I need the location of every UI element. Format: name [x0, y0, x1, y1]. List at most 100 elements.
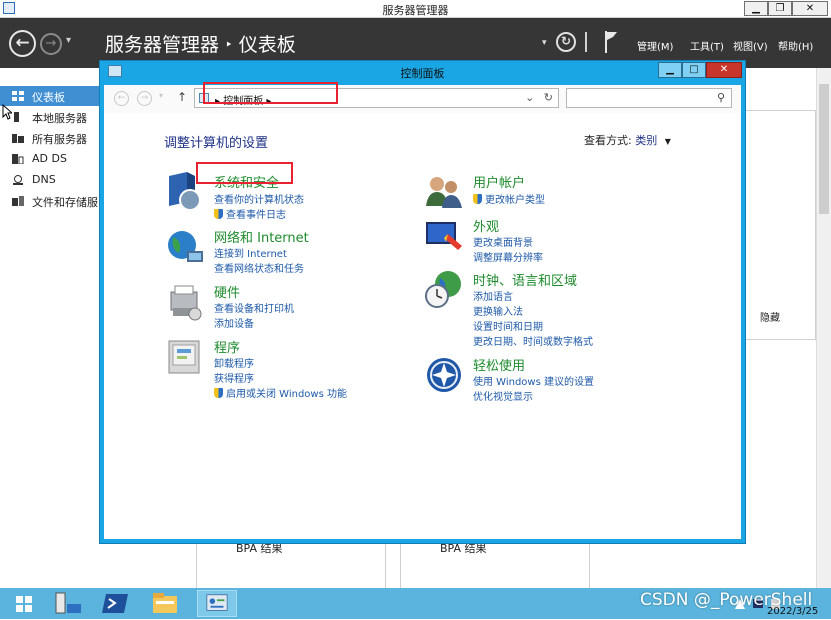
powershell-icon[interactable] [96, 590, 136, 617]
cp-search-input[interactable]: ⚲ [566, 88, 732, 108]
control-panel-title: 控制面板 [400, 67, 445, 80]
cp-recent-dropdown-icon[interactable]: ▾ [159, 91, 163, 100]
cp-toolbar: ← → ▾ ↑ ▸ 控制面板 ▸ ⌄ ↻ ⚲ [104, 85, 741, 113]
cp-minimize-button[interactable]: ▁ [658, 62, 682, 78]
category-link[interactable]: 使用 Windows 建议的设置 [473, 373, 594, 388]
taskbar-powershell[interactable] [96, 590, 136, 617]
dns-icon [13, 175, 23, 185]
category-title[interactable]: 网络和 Internet [214, 227, 309, 246]
menu-view[interactable]: 视图(V) [733, 38, 768, 53]
control-panel-icon[interactable] [198, 591, 236, 616]
category-link-text[interactable]: 查看事件日志 [226, 210, 286, 221]
sidebar-item-ad-ds[interactable]: AD DS [0, 149, 100, 169]
category-link[interactable]: 获得程序 [214, 370, 254, 385]
category-link-text[interactable]: 启用或关闭 Windows 功能 [226, 389, 347, 400]
close-button[interactable]: ✕ [792, 1, 828, 16]
category-title[interactable]: 用户帐户 [473, 172, 525, 191]
hardware-icon [170, 285, 202, 321]
category-link-text[interactable]: 更改帐户类型 [485, 195, 545, 206]
servers-icon [12, 134, 24, 143]
category-title[interactable]: 外观 [473, 216, 499, 235]
taskbar-server-manager[interactable] [48, 590, 88, 617]
category-link[interactable]: 更改日期、时间或数字格式 [473, 333, 593, 348]
maximize-button[interactable]: ❐ [768, 1, 792, 16]
view-by: 查看方式: 类别 ▼ [584, 132, 671, 148]
category-link[interactable]: 添加语言 [473, 288, 513, 303]
category-link[interactable]: 查看网络状态和任务 [214, 260, 304, 275]
sidebar-item-dns[interactable]: DNS [0, 170, 100, 190]
cp-up-button[interactable]: ↑ [177, 90, 187, 104]
category-link[interactable]: 调整屏幕分辨率 [473, 249, 543, 264]
annotation-highlight-address [203, 82, 338, 104]
address-refresh-icon[interactable]: ↻ [544, 91, 553, 104]
category-link[interactable]: 查看事件日志 [214, 206, 286, 221]
sidebar-item-label: DNS [32, 173, 56, 186]
server-icon [14, 112, 19, 122]
server-manager-titlebar: 服务器管理器 ▁ ❐ ✕ [0, 0, 831, 18]
uac-shield-icon [214, 209, 223, 219]
category-link[interactable]: 优化视觉显示 [473, 388, 533, 403]
address-dropdown-icon[interactable]: ⌄ [525, 91, 534, 104]
server-manager-icon[interactable] [48, 590, 88, 617]
sidebar-item-dashboard[interactable]: 仪表板 [0, 86, 100, 106]
breadcrumb-separator: ‣ [225, 38, 233, 53]
menu-help[interactable]: 帮助(H) [778, 38, 813, 53]
sidebar-item-label: 文件和存储服 [32, 196, 98, 209]
sidebar-item-local-server[interactable]: 本地服务器 [0, 107, 100, 127]
hide-link[interactable]: 隐藏 [760, 309, 780, 324]
header-dropdown-icon[interactable]: ▾ [542, 38, 547, 48]
start-icon[interactable] [4, 590, 44, 617]
refresh-icon[interactable]: ↻ [556, 32, 576, 52]
taskbar-start[interactable] [4, 590, 44, 617]
forward-button[interactable]: → [40, 33, 62, 55]
user-accounts-icon [426, 177, 462, 208]
cp-forward-button[interactable]: → [137, 91, 152, 106]
header-divider [585, 32, 587, 52]
history-dropdown-icon[interactable]: ▾ [66, 35, 71, 46]
category-link[interactable]: 更换输入法 [473, 303, 523, 318]
chevron-down-icon[interactable]: ▼ [665, 137, 671, 146]
menu-tools[interactable]: 工具(T) [690, 38, 724, 53]
cp-back-button[interactable]: ← [114, 91, 129, 106]
clock-language-region-icon [425, 271, 461, 308]
mouse-cursor-icon [2, 104, 12, 120]
breadcrumb: 服务器管理器 ‣ 仪表板 [105, 30, 296, 57]
taskbar-date[interactable]: 2022/3/25 [767, 606, 818, 617]
category-link[interactable]: 启用或关闭 Windows 功能 [214, 385, 347, 400]
category-link[interactable]: 添加设备 [214, 315, 254, 330]
network-internet-icon [168, 231, 203, 262]
scrollbar-thumb[interactable] [819, 84, 829, 214]
view-by-dropdown[interactable]: 类别 [635, 134, 657, 147]
back-button[interactable]: ← [9, 30, 36, 57]
category-link[interactable]: 更改桌面背景 [473, 234, 533, 249]
category-link[interactable]: 设置时间和日期 [473, 318, 543, 333]
category-link[interactable]: 卸载程序 [214, 355, 254, 370]
dashboard-tile [744, 110, 816, 340]
notifications-flag-icon[interactable] [604, 31, 618, 53]
category-link[interactable]: 查看设备和打印机 [214, 300, 294, 315]
cp-close-button[interactable]: ✕ [706, 62, 742, 78]
breadcrumb-root: 服务器管理器 [105, 34, 220, 56]
category-link[interactable]: 连接到 Internet [214, 245, 287, 260]
cp-maximize-button[interactable]: □ [682, 62, 706, 78]
category-link[interactable]: 查看你的计算机状态 [214, 191, 304, 206]
appearance-icon [426, 222, 462, 250]
category-title[interactable]: 程序 [214, 337, 240, 356]
uac-shield-icon [214, 388, 223, 398]
dashboard-icon [12, 91, 24, 101]
file-explorer-icon[interactable] [145, 590, 185, 617]
taskbar-control-panel[interactable] [197, 590, 237, 617]
category-title[interactable]: 轻松使用 [473, 355, 525, 374]
taskbar-file-explorer[interactable] [145, 590, 185, 617]
category-title[interactable]: 时钟、语言和区域 [473, 270, 577, 289]
sidebar-item-file-storage[interactable]: 文件和存储服 [0, 191, 100, 211]
view-by-label: 查看方式: [584, 134, 632, 147]
vertical-scrollbar[interactable] [816, 68, 831, 588]
search-icon[interactable]: ⚲ [717, 91, 725, 104]
menu-manage[interactable]: 管理(M) [637, 38, 673, 53]
minimize-button[interactable]: ▁ [744, 1, 768, 16]
sidebar-item-all-servers[interactable]: 所有服务器 [0, 128, 100, 148]
category-title[interactable]: 硬件 [214, 282, 240, 301]
server-manager-window-title: 服务器管理器 [382, 4, 449, 17]
category-link[interactable]: 更改帐户类型 [473, 191, 545, 206]
